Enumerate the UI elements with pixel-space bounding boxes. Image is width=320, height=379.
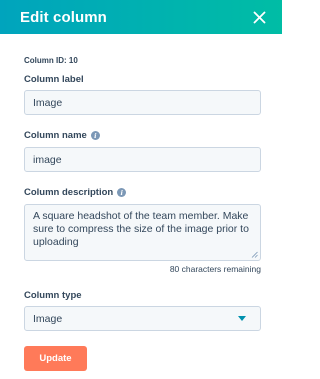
column-name-label-text: Column name xyxy=(24,130,87,141)
info-icon[interactable]: i xyxy=(117,188,127,197)
column-type-label: Column type xyxy=(24,290,82,301)
column-label-value: Image xyxy=(33,96,63,109)
column-description-label-text: Column description xyxy=(24,187,114,198)
column-type-label-text: Column type xyxy=(24,290,82,301)
column-description-textarea[interactable]: A square headshot of the team member. Ma… xyxy=(24,204,261,261)
info-icon[interactable]: i xyxy=(90,131,100,140)
dialog-title: Edit column xyxy=(20,8,107,26)
update-button[interactable]: Update xyxy=(24,346,87,371)
column-type-select[interactable]: Image xyxy=(24,306,261,331)
dialog-header: Edit column xyxy=(0,0,282,34)
column-name-input[interactable]: image xyxy=(24,147,261,172)
column-label-label: Column label xyxy=(24,74,84,85)
column-description-label: Column description i xyxy=(24,187,127,198)
characters-remaining: 80 characters remaining xyxy=(169,264,261,274)
column-name-value: image xyxy=(33,153,62,166)
column-type-value: Image xyxy=(33,312,63,325)
column-name-label: Column name i xyxy=(24,130,100,141)
resize-grip-icon[interactable] xyxy=(251,251,258,258)
chevron-down-icon xyxy=(238,316,246,321)
close-icon xyxy=(253,11,265,23)
column-label-label-text: Column label xyxy=(24,74,84,85)
column-id-text: Column ID: 10 xyxy=(24,56,78,65)
close-button[interactable] xyxy=(250,8,268,26)
column-description-value: A square headshot of the team member. Ma… xyxy=(33,210,249,248)
column-label-input[interactable]: Image xyxy=(24,90,261,115)
